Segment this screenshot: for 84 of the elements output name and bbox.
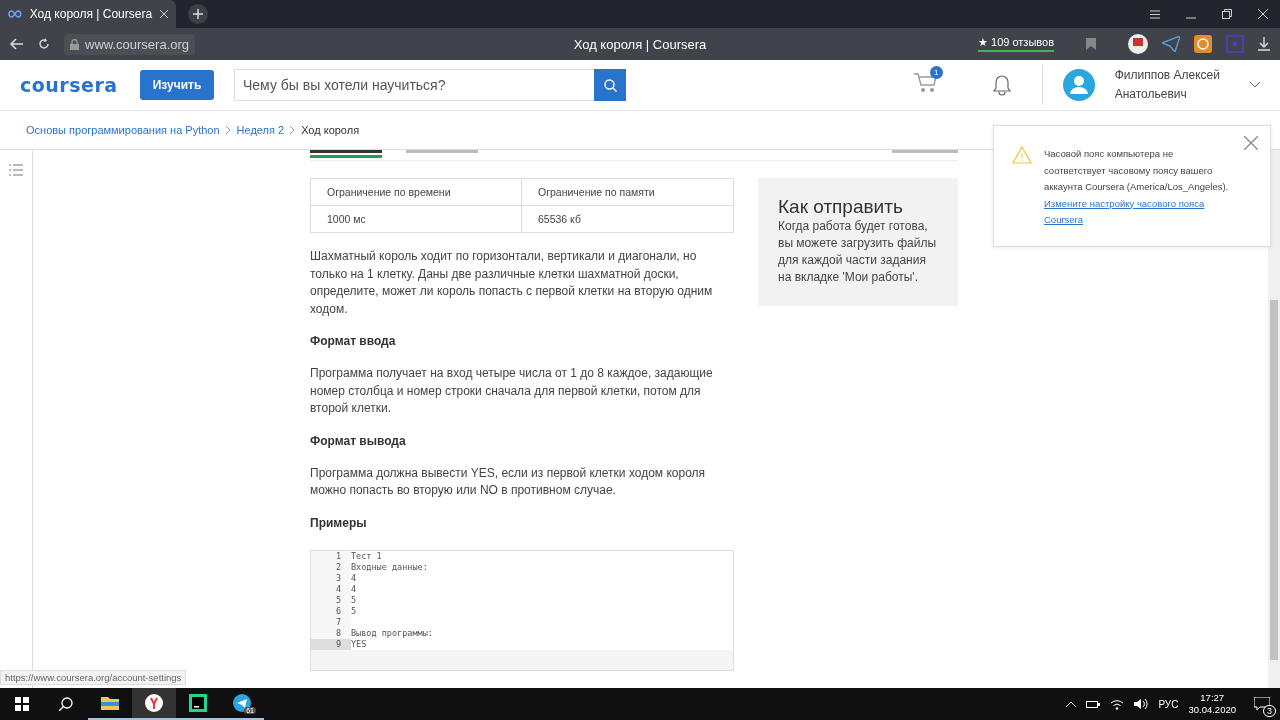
search-icon[interactable] xyxy=(59,697,73,711)
language-indicator[interactable]: РУС xyxy=(1158,698,1179,710)
timezone-settings-link[interactable]: Измените настройку часового пояса Coursera xyxy=(1044,195,1230,229)
chevron-right-icon xyxy=(225,126,231,134)
back-icon[interactable] xyxy=(10,38,24,50)
code-line: 5 xyxy=(351,605,357,617)
search-button[interactable] xyxy=(594,69,626,101)
chevron-up-icon[interactable] xyxy=(1066,701,1077,707)
section-heading: Формат вывода xyxy=(310,432,407,450)
search-icon xyxy=(603,78,617,92)
tab-title: Ход короля | Coursera xyxy=(29,7,153,21)
bell-icon[interactable] xyxy=(991,74,1012,96)
user-name[interactable]: Филиппов Алексей Анатольевич xyxy=(1114,66,1220,104)
card-title: Как отправить xyxy=(778,196,904,218)
code-line: 5 xyxy=(351,594,357,606)
close-icon[interactable] xyxy=(160,10,168,18)
cart-icon[interactable] xyxy=(913,72,938,94)
line-number: 7 xyxy=(311,616,351,628)
breadcrumb-link[interactable]: Неделя 2 xyxy=(236,124,285,136)
section-heading: Формат ввода xyxy=(310,333,397,350)
address-field[interactable]: www.coursera.org xyxy=(64,33,196,55)
line-number: 8 xyxy=(311,627,351,639)
infinity-icon xyxy=(8,10,22,18)
folder-icon[interactable] xyxy=(101,696,119,710)
scrollbar-thumb[interactable] xyxy=(1270,300,1278,660)
page-title: Ход короля | Coursera xyxy=(573,36,707,52)
line-number: 5 xyxy=(311,594,351,606)
menu-icon[interactable] xyxy=(1150,9,1160,19)
line-number: 1 xyxy=(311,550,351,562)
code-line: Тест 1 xyxy=(351,550,382,562)
line-number: 9 xyxy=(311,638,351,650)
table-header: Ограничение по памяти xyxy=(522,179,733,206)
browser-icon[interactable] xyxy=(145,694,163,712)
browser-tab[interactable]: Ход короля | Coursera xyxy=(0,0,176,28)
restore-icon[interactable] xyxy=(1222,9,1232,19)
new-tab-icon[interactable] xyxy=(188,4,208,24)
code-line: 4 xyxy=(351,583,357,595)
avatar-icon[interactable] xyxy=(1062,69,1095,101)
breadcrumb-link[interactable]: Основы программирования на Python xyxy=(26,124,220,136)
bookmark-icon[interactable] xyxy=(1086,38,1096,50)
status-url: https://www.coursera.org/account-settings xyxy=(0,670,187,685)
speaker-icon[interactable] xyxy=(1134,698,1149,710)
code-line: YES xyxy=(351,638,367,650)
card-text: Когда работа будет готова, вы можете загрузить файлы для каждой части задания на вкладке 'Мои работы'. xyxy=(778,218,938,286)
wifi-icon[interactable] xyxy=(1110,698,1125,710)
battery-icon[interactable] xyxy=(1086,699,1101,709)
close-button[interactable] xyxy=(1244,136,1258,153)
ide-icon[interactable] xyxy=(189,694,207,712)
reload-icon[interactable] xyxy=(38,38,50,50)
extension-icon[interactable] xyxy=(1128,34,1148,54)
explore-button[interactable]: Изучить xyxy=(140,70,214,100)
table-cell-text: 65536 кб xyxy=(537,212,582,227)
tab[interactable] xyxy=(310,150,382,158)
line-number: 4 xyxy=(311,583,351,595)
table-cell: 1000 мс xyxy=(311,206,522,232)
paragraph: Программа должна вывести YES, если из первой клетки ходом короля можно попасть во вторую или NO в противном случае. xyxy=(310,464,707,499)
code-line: 4 xyxy=(351,572,357,584)
close-icon[interactable] xyxy=(1258,9,1268,19)
breadcrumb-current: Ход короля xyxy=(301,124,360,136)
code-line: Входные данные: xyxy=(351,561,428,573)
notification-text: Часовой пояс компьютера не соответствует часовому поясу вашего аккаунта Coursera (America/Los_Angeles). xyxy=(1044,147,1230,194)
paper-plane-icon[interactable] xyxy=(1162,36,1180,52)
chat-icon[interactable] xyxy=(1194,35,1212,53)
section-heading: Примеры xyxy=(310,514,368,532)
download-icon[interactable] xyxy=(1258,37,1270,51)
chevron-right-icon xyxy=(290,126,296,134)
code-line: Вывод программы: xyxy=(351,627,433,639)
notification-count: 3 xyxy=(1263,705,1276,717)
paragraph: Шахматный король ходит по горизонтали, вертикали и диагонали, но только на 1 клетку. Даны две различные клетки шахматной доски, определите, может ли король попасть с первой клетки на вторую одним ходом. xyxy=(310,248,714,318)
table-header: Ограничение по времени xyxy=(311,179,522,206)
clock[interactable]: 17:27 30.04.2020 xyxy=(1188,692,1236,716)
line-number: 6 xyxy=(311,605,351,617)
warning-icon xyxy=(1012,146,1032,164)
coursera-logo[interactable]: coursera xyxy=(20,74,120,96)
windows-icon[interactable] xyxy=(15,697,29,711)
reviews-link[interactable]: ★ 109 отзывов xyxy=(978,36,1054,52)
paragraph: Программа получает на вход четыре числа от 1 до 8 каждое, задающие номер столбца и номер строки сначала для первой клетки, потом для второй клетки. xyxy=(310,365,714,417)
line-number: 2 xyxy=(311,561,351,573)
lock-icon xyxy=(70,38,79,50)
cart-count-badge: 1 xyxy=(929,66,943,79)
chevron-down-icon[interactable] xyxy=(1250,82,1260,88)
search-field[interactable]: Чему бы вы хотели научиться? xyxy=(234,69,594,101)
close-icon xyxy=(1244,136,1258,150)
line-number: 3 xyxy=(311,572,351,584)
